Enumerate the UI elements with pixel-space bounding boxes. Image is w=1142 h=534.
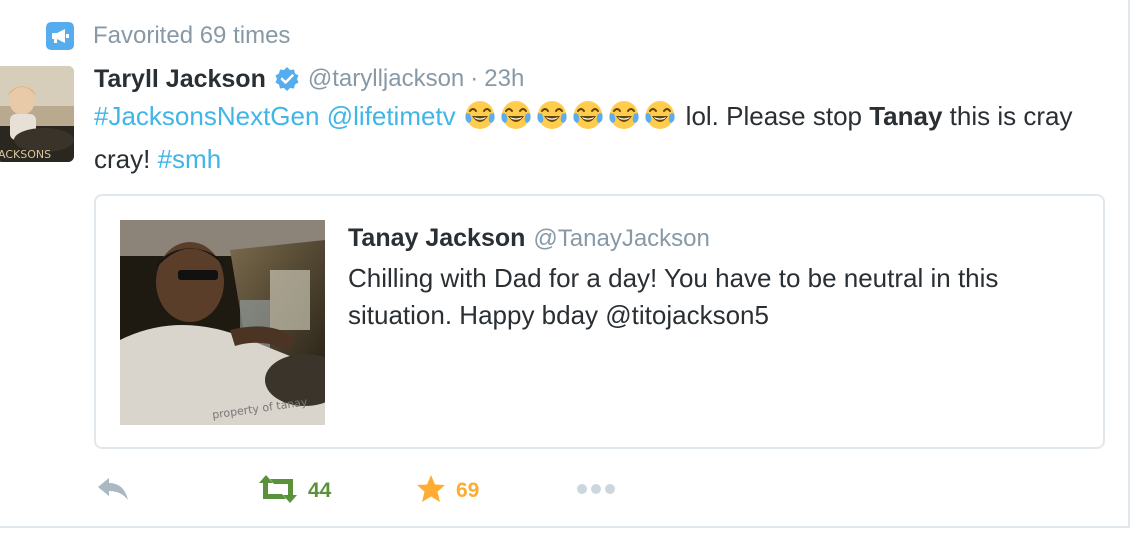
- context-label: Favorited 69 times: [93, 22, 291, 49]
- face-with-tears-of-joy-icon: [572, 99, 604, 131]
- tweet-text-part: lol. Please stop: [685, 101, 870, 131]
- header-separator: ·: [470, 65, 479, 92]
- emoji-group: [464, 99, 680, 141]
- face-with-tears-of-joy-icon: [536, 99, 568, 131]
- face-with-tears-of-joy-icon: [500, 99, 532, 131]
- more-dots-icon: [576, 482, 616, 500]
- tweet-bold-word: Tanay: [869, 101, 943, 131]
- face-with-tears-of-joy-icon: [608, 99, 640, 131]
- more-button[interactable]: [576, 472, 616, 510]
- hashtag-link[interactable]: #JacksonsNextGen: [94, 101, 319, 131]
- tweet-actions: 44 69: [96, 472, 696, 510]
- tweet-card[interactable]: Favorited 69 times ACKSONS Taryll Jackso…: [0, 0, 1130, 528]
- retweet-button[interactable]: 44: [258, 472, 331, 510]
- hashtag-link[interactable]: #smh: [158, 144, 222, 174]
- author-username[interactable]: @tarylljackson: [308, 65, 464, 93]
- favorite-count: 69: [456, 479, 480, 502]
- avatar[interactable]: ACKSONS: [0, 66, 74, 162]
- favorite-button[interactable]: 69: [416, 472, 479, 510]
- author-name[interactable]: Taryll Jackson: [94, 65, 266, 94]
- tweet-context: Favorited 69 times: [46, 22, 290, 50]
- mention-link[interactable]: @lifetimetv: [327, 101, 456, 131]
- quoted-author-name[interactable]: Tanay Jackson: [348, 224, 525, 253]
- quoted-tweet-text: Chilling with Dad for a day! You have to…: [348, 263, 999, 330]
- verified-badge-icon: [274, 66, 300, 92]
- reply-button[interactable]: [96, 472, 130, 510]
- tweet-timestamp[interactable]: 23h: [484, 65, 524, 93]
- face-with-tears-of-joy-icon: [644, 99, 676, 131]
- svg-text:ACKSONS: ACKSONS: [0, 148, 51, 161]
- megaphone-icon: [46, 22, 74, 50]
- retweet-icon: [258, 474, 298, 508]
- retweet-count: 44: [308, 479, 332, 502]
- tweet-text: #JacksonsNextGen @lifetimetv lol. Please …: [94, 98, 1114, 178]
- quoted-tweet-header: Tanay Jackson @TanayJackson: [348, 224, 710, 253]
- tweet-header: Taryll Jackson @tarylljackson · 23h: [94, 62, 524, 96]
- quoted-tweet[interactable]: property of tanay Tanay Jackson @TanayJa…: [94, 194, 1105, 449]
- star-icon: [416, 474, 446, 508]
- quoted-author-username[interactable]: @TanayJackson: [533, 225, 709, 253]
- quoted-tweet-photo[interactable]: property of tanay: [120, 220, 325, 425]
- reply-icon: [96, 476, 130, 507]
- face-with-tears-of-joy-icon: [464, 99, 496, 131]
